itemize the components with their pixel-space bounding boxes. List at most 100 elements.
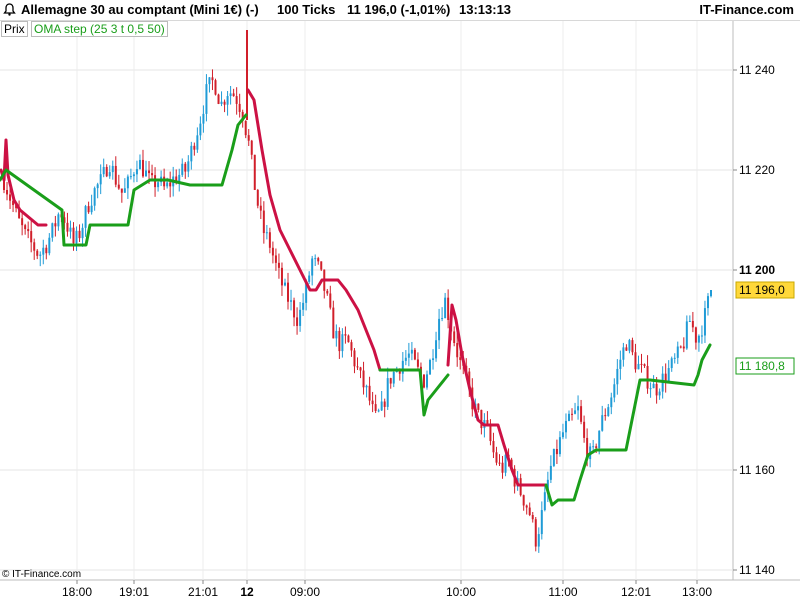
candle-up (401, 360, 404, 374)
candle-down (9, 194, 12, 201)
candle-up (99, 174, 102, 185)
candle-up (628, 340, 631, 351)
candle-down (534, 519, 537, 547)
candle-up (710, 290, 712, 297)
candle-up (504, 454, 507, 473)
candle-down (347, 335, 350, 343)
candle-down (359, 367, 362, 371)
candle-up (126, 176, 129, 189)
candle-down (422, 374, 425, 388)
candle-down (495, 452, 498, 463)
x-axis: 18:00 19:01 21:01 12 09:00 10:00 11:00 12:01 13:… (62, 580, 712, 599)
candle-down (317, 258, 320, 262)
brand-label: IT-Finance.com (699, 2, 794, 17)
candle-down (244, 120, 247, 136)
y-tick-label: 11 240 (739, 63, 775, 77)
candle-down (141, 159, 144, 177)
candle-down (326, 290, 329, 294)
candle-up (226, 96, 229, 105)
candle-up (561, 432, 564, 438)
candle-up (181, 163, 184, 175)
tick-setting: 100 Ticks (277, 2, 336, 17)
x-tick-label: 19:01 (119, 585, 149, 599)
candle-down (456, 343, 459, 358)
candle-down (238, 103, 241, 112)
bell-icon[interactable] (3, 3, 16, 16)
candle-up (441, 318, 444, 320)
x-tick-label: 21:01 (188, 585, 218, 599)
candle-up (652, 383, 655, 389)
candlesticks (3, 30, 712, 553)
candle-up (302, 302, 305, 310)
candle-up (220, 101, 223, 104)
candle-up (613, 384, 616, 398)
candle-up (619, 359, 622, 369)
candle-up (667, 368, 670, 382)
candle-up (377, 410, 380, 412)
legend-price[interactable]: Prix (1, 21, 28, 37)
candle-up (592, 446, 595, 448)
candle-up (93, 188, 96, 206)
candle-up (290, 300, 293, 302)
candle-up (138, 159, 141, 170)
candle-down (72, 227, 75, 244)
candle-up (598, 430, 601, 449)
candle-down (253, 154, 256, 190)
x-tick-label: 11:00 (548, 585, 577, 599)
candle-down (6, 189, 9, 195)
legend-oma[interactable]: OMA step (25 3 t 0,5 50) (31, 21, 168, 37)
candle-down (501, 462, 504, 473)
candle-up (145, 170, 148, 177)
candle-up (365, 385, 368, 388)
candle-up (407, 353, 410, 358)
candle-down (389, 378, 392, 384)
candle-down (217, 94, 220, 104)
candle-up (308, 275, 311, 282)
candle-up (135, 169, 138, 175)
candle-down (525, 505, 528, 508)
candle-down (344, 334, 347, 336)
candle-up (438, 318, 441, 341)
candle-up (102, 166, 105, 175)
candle-up (96, 184, 99, 189)
candle-up (543, 492, 546, 511)
candle-down (353, 350, 356, 367)
candle-up (111, 165, 114, 173)
candle-up (57, 214, 60, 227)
candle-up (380, 401, 383, 411)
candle-down (30, 231, 33, 243)
y-tick-label: 11 140 (739, 563, 775, 577)
candle-up (386, 378, 389, 407)
candle-up (129, 176, 132, 178)
candle-down (498, 462, 501, 464)
candle-down (66, 222, 69, 232)
candle-down (477, 403, 480, 410)
price-chart[interactable]: 11 240 11 220 11 200 11 160 11 140 18:00 19:0… (0, 0, 800, 600)
candle-down (459, 357, 462, 360)
candle-down (362, 370, 365, 388)
candle-up (202, 113, 205, 124)
x-tick-label: 12:01 (621, 585, 651, 599)
candle-down (277, 262, 280, 268)
candle-up (299, 309, 302, 326)
x-tick-label: 13:00 (682, 585, 712, 599)
candle-up (48, 237, 51, 254)
candle-up (265, 232, 268, 234)
x-tick-label: 09:00 (290, 585, 320, 599)
candle-down (211, 77, 214, 81)
candle-down (528, 507, 531, 516)
candle-up (205, 84, 208, 114)
copyright-text: © IT-Finance.com (2, 569, 81, 580)
candle-up (208, 77, 211, 85)
oma-label: 11 180,8 (739, 359, 785, 373)
candle-up (404, 357, 407, 361)
candle-up (673, 357, 676, 359)
candle-down (114, 165, 117, 185)
title-bar: Allemagne 30 au comptant (Mini 1€) (-) 1… (0, 0, 800, 21)
candle-down (105, 166, 108, 177)
candle-up (444, 297, 447, 319)
candle-down (235, 96, 238, 104)
value-labels: 11 196,0 11 180,8 (735, 281, 795, 375)
y-tick-label: 11 220 (739, 163, 775, 177)
candle-down (223, 101, 226, 105)
